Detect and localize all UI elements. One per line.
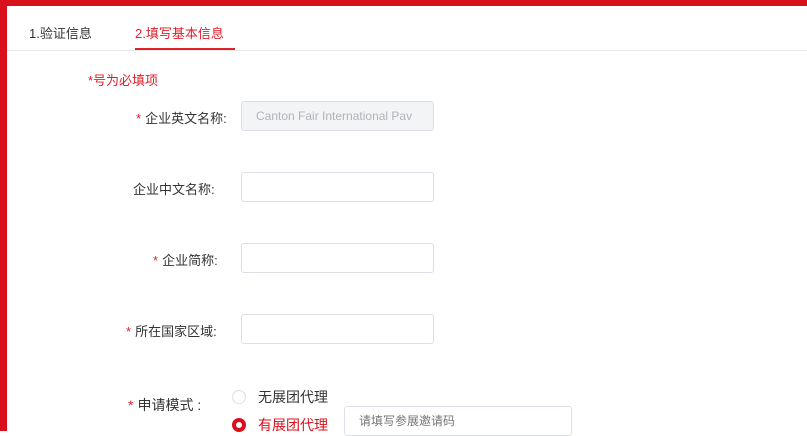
country-region-label-text: 所在国家区域: bbox=[135, 324, 217, 339]
required-mark: * bbox=[136, 111, 142, 126]
step-tabs: 1.验证信息 2.填写基本信息 bbox=[7, 6, 807, 51]
chinese-name-input[interactable] bbox=[241, 172, 434, 202]
english-name-input[interactable]: Canton Fair International Pav bbox=[241, 101, 434, 131]
radio-has-agent[interactable]: 有展团代理 bbox=[232, 415, 328, 435]
apply-mode-label: * 申请模式 : bbox=[128, 395, 201, 415]
invite-code-input[interactable] bbox=[344, 406, 572, 436]
radio-no-agent[interactable]: 无展团代理 bbox=[232, 387, 328, 407]
chinese-name-label: 企业中文名称: bbox=[133, 182, 215, 197]
required-mark: * bbox=[153, 253, 159, 268]
required-note: *号为必填项 bbox=[88, 73, 159, 88]
short-name-input[interactable] bbox=[241, 243, 434, 273]
radio-checked-icon[interactable] bbox=[232, 418, 246, 432]
radio-unchecked-icon[interactable] bbox=[232, 390, 246, 404]
tab-basic-info[interactable]: 2.填写基本信息 bbox=[135, 23, 224, 42]
country-region-label: * 所在国家区域: bbox=[126, 321, 217, 340]
english-name-label: * 企业英文名称: bbox=[136, 108, 227, 127]
left-border bbox=[0, 0, 7, 431]
short-name-label: * 企业简称: bbox=[153, 250, 218, 269]
radio-no-agent-label: 无展团代理 bbox=[258, 389, 328, 405]
required-mark: * bbox=[128, 397, 134, 413]
apply-mode-label-text: 申请模式 : bbox=[137, 397, 202, 413]
country-region-input[interactable] bbox=[241, 314, 434, 344]
tab-verify-info[interactable]: 1.验证信息 bbox=[29, 23, 92, 42]
required-mark: * bbox=[126, 324, 132, 339]
active-tab-indicator bbox=[135, 48, 235, 50]
english-name-label-text: 企业英文名称: bbox=[145, 111, 227, 126]
short-name-label-text: 企业简称: bbox=[162, 253, 218, 268]
radio-has-agent-label: 有展团代理 bbox=[258, 417, 328, 433]
